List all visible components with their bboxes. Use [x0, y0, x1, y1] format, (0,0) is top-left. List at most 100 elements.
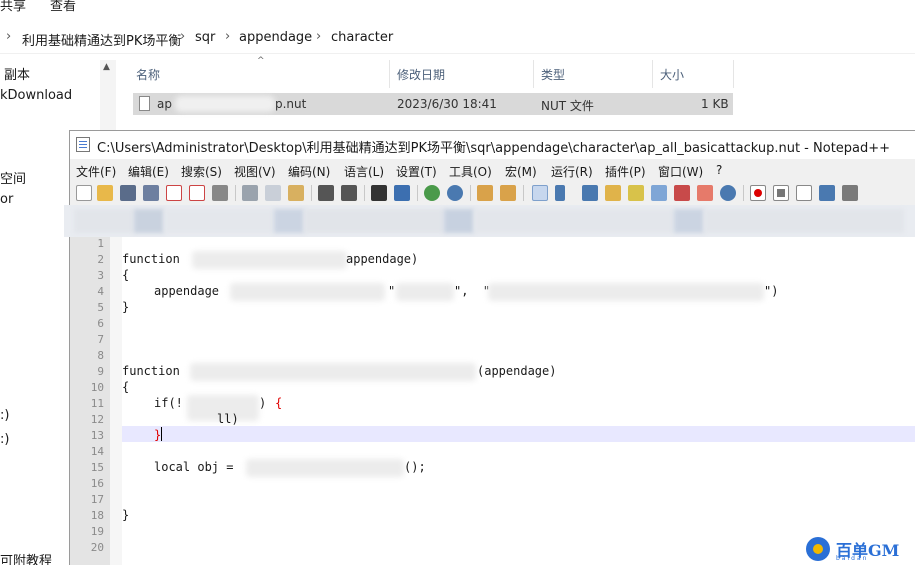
breadcrumb-folder-character[interactable]: character — [331, 30, 393, 45]
eye-icon[interactable] — [720, 185, 736, 201]
new-file-icon[interactable] — [76, 185, 92, 201]
code-editor[interactable]: 1 2 3 4 5 6 7 8 9 10 11 12 13 14 15 16 1… — [70, 237, 915, 565]
undo-icon[interactable] — [318, 185, 334, 201]
menu-help[interactable]: ? — [716, 163, 722, 177]
play-macro-icon[interactable] — [796, 185, 812, 201]
breadcrumb-folder-1[interactable]: 利用基础精通达到PK场平衡 — [22, 30, 181, 49]
line-number: 14 — [90, 445, 104, 458]
code-text: ") — [764, 284, 779, 298]
replace-icon[interactable] — [394, 185, 410, 201]
monitor-icon[interactable] — [674, 185, 690, 201]
close-icon[interactable] — [166, 185, 182, 201]
line-number: 8 — [97, 349, 104, 362]
redo-icon[interactable] — [341, 185, 357, 201]
save-all-icon[interactable] — [143, 185, 159, 201]
show-all-chars-icon[interactable] — [555, 185, 565, 201]
folder-workspace-icon[interactable] — [651, 185, 667, 201]
column-header-modified[interactable]: 修改日期 — [391, 60, 534, 88]
sync-v-icon[interactable] — [477, 185, 493, 201]
record-macro-icon[interactable] — [750, 185, 766, 201]
menu-edit[interactable]: 编辑(E) — [128, 163, 169, 180]
chevron-right-icon[interactable]: › — [316, 29, 321, 44]
file-name-suffix: p.nut — [275, 97, 307, 111]
ribbon-tab-view[interactable]: 查看 — [50, 0, 76, 14]
menu-plugins[interactable]: 插件(P) — [605, 163, 646, 180]
redacted-tab[interactable] — [134, 209, 164, 233]
zoom-in-icon[interactable] — [424, 185, 440, 201]
find-icon[interactable] — [371, 185, 387, 201]
code-text: ll) — [217, 412, 239, 426]
copy-icon[interactable] — [265, 185, 281, 201]
breadcrumb-folder-appendage[interactable]: appendage — [239, 30, 312, 45]
redacted-tab[interactable] — [674, 209, 704, 233]
line-number: 16 — [90, 477, 104, 490]
nav-item[interactable]: kDownload — [0, 88, 72, 103]
menu-file[interactable]: 文件(F) — [76, 163, 116, 180]
close-all-icon[interactable] — [189, 185, 205, 201]
print-icon[interactable] — [212, 185, 228, 201]
redacted-tab[interactable] — [704, 209, 904, 233]
nav-item[interactable]: 空间 — [0, 168, 26, 187]
open-file-icon[interactable] — [97, 185, 113, 201]
chevron-right-icon[interactable]: › — [225, 29, 230, 44]
menu-tools[interactable]: 工具(O) — [449, 163, 492, 180]
code-text: if(! — [154, 396, 183, 410]
redacted-tab[interactable] — [474, 209, 674, 233]
doc-map-icon[interactable] — [605, 185, 621, 201]
breadcrumb-folder-sqr[interactable]: sqr — [195, 30, 215, 45]
menu-settings[interactable]: 设置(T) — [396, 163, 437, 180]
line-number: 18 — [90, 509, 104, 522]
menu-view[interactable]: 视图(V) — [234, 163, 276, 180]
chevron-right-icon[interactable]: › — [180, 29, 185, 44]
line-number: 6 — [97, 317, 104, 330]
scroll-up-icon[interactable]: ▲ — [103, 62, 110, 72]
zoom-out-icon[interactable] — [447, 185, 463, 201]
watermark-logo: 百单GM baidan — [806, 537, 910, 562]
column-header-name[interactable]: 名称 — [130, 60, 390, 88]
run-macro-multiple-icon[interactable] — [819, 185, 835, 201]
nav-item[interactable]: 可附教程 — [0, 550, 52, 565]
redacted-tab[interactable] — [74, 209, 134, 233]
stop-record-icon[interactable] — [773, 185, 789, 201]
save-icon[interactable] — [120, 185, 136, 201]
sync-h-icon[interactable] — [500, 185, 516, 201]
file-row[interactable]: ap p.nut 2023/6/30 18:41 NUT 文件 1 KB — [133, 93, 733, 115]
line-number: 2 — [97, 253, 104, 266]
column-header-type[interactable]: 类型 — [535, 60, 653, 88]
redacted-blur — [396, 283, 454, 301]
redacted-tab[interactable] — [444, 209, 474, 233]
folder-as-workspace-icon[interactable] — [697, 185, 713, 201]
menu-run[interactable]: 运行(R) — [551, 163, 593, 180]
menu-encoding[interactable]: 编码(N) — [288, 163, 330, 180]
window-title-bar[interactable]: C:\Users\Administrator\Desktop\利用基础精通达到P… — [70, 131, 915, 159]
redacted-blur — [230, 283, 385, 301]
column-header-size[interactable]: 大小 — [654, 60, 734, 88]
paste-icon[interactable] — [288, 185, 304, 201]
redacted-tab[interactable] — [274, 209, 304, 233]
code-text: ", " — [454, 284, 491, 298]
chevron-right-icon[interactable]: › — [6, 29, 11, 44]
menu-language[interactable]: 语言(L) — [344, 163, 384, 180]
tab-bar-redacted[interactable] — [64, 205, 915, 237]
nav-item[interactable]: 副本 — [4, 64, 30, 83]
redacted-tab[interactable] — [304, 209, 444, 233]
redacted-tab[interactable] — [164, 209, 274, 233]
menu-window[interactable]: 窗口(W) — [658, 163, 703, 180]
menu-macro[interactable]: 宏(M) — [505, 163, 537, 180]
nav-item[interactable]: :) — [0, 408, 9, 423]
indent-guide-icon[interactable] — [582, 185, 598, 201]
address-bar[interactable]: › 利用基础精通达到PK场平衡 › sqr › appendage › char… — [0, 22, 915, 54]
ribbon-tab-share[interactable]: 共享 — [0, 0, 26, 14]
menu-search[interactable]: 搜索(S) — [181, 163, 222, 180]
toolbar-separator — [235, 185, 236, 201]
code-text: appendage — [154, 284, 220, 298]
save-macro-icon[interactable] — [842, 185, 858, 201]
code-text: appendage) — [346, 252, 419, 266]
nav-item[interactable]: or — [0, 192, 13, 207]
cut-icon[interactable] — [242, 185, 258, 201]
line-number: 7 — [97, 333, 104, 346]
fold-margin[interactable] — [110, 237, 122, 565]
nav-item[interactable]: :) — [0, 432, 9, 447]
word-wrap-icon[interactable] — [532, 185, 548, 201]
function-list-icon[interactable] — [628, 185, 644, 201]
